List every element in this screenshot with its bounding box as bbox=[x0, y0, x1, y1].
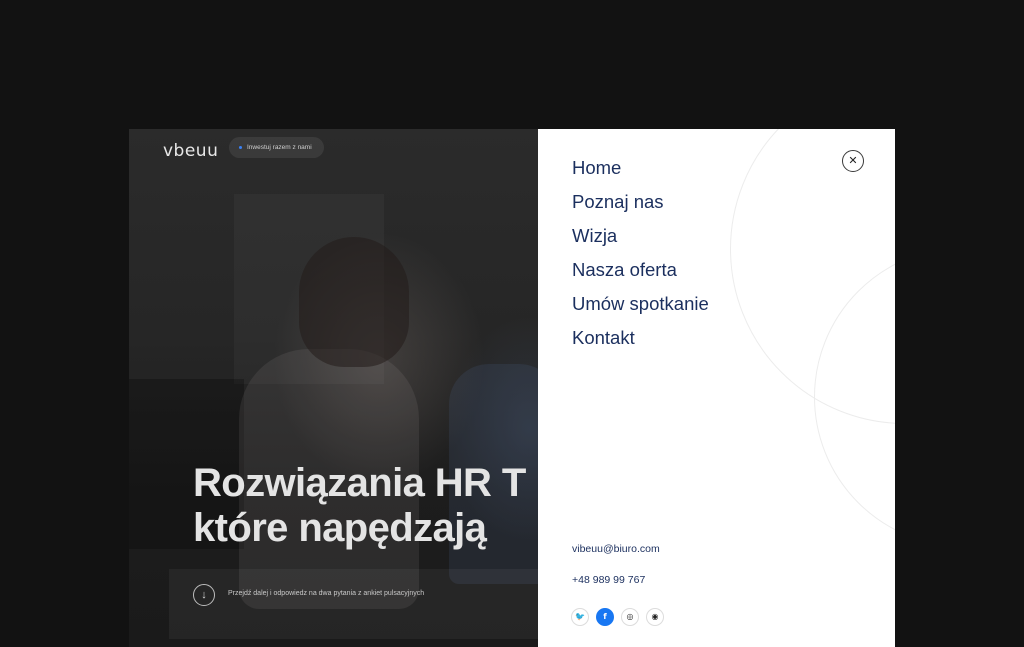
background-photo-hair bbox=[299, 237, 409, 367]
hero-headline-line-2: które napędzają bbox=[193, 506, 487, 550]
scroll-hint-text: Przejdź dalej i odpowiedz na dwa pytania… bbox=[228, 590, 425, 597]
close-icon[interactable]: ✕ bbox=[842, 150, 864, 172]
twitter-icon[interactable]: 🐦 bbox=[571, 608, 589, 626]
contact-phone-link[interactable]: +48 989 99 767 bbox=[572, 574, 645, 586]
hero-headline: Rozwiązania HR T które napędzają bbox=[193, 461, 526, 551]
nav-item-home[interactable]: Home bbox=[572, 151, 709, 185]
social-links: 🐦 f ◎ ◉ bbox=[571, 608, 664, 626]
hero-section: vbeuu Inwestuj razem z nami Rozwiązania … bbox=[129, 129, 559, 647]
main-nav: Home Poznaj nas Wizja Nasza oferta Umów … bbox=[572, 151, 709, 355]
github-icon[interactable]: ◉ bbox=[646, 608, 664, 626]
invest-pill-button[interactable]: Inwestuj razem z nami bbox=[229, 137, 324, 158]
arrow-down-icon[interactable]: ↓ bbox=[193, 584, 215, 606]
pill-dot-icon bbox=[239, 146, 242, 149]
contact-email-link[interactable]: vibeuu@biuro.com bbox=[572, 543, 660, 555]
invest-pill-label: Inwestuj razem z nami bbox=[247, 144, 312, 151]
brand-logo[interactable]: vbeuu bbox=[163, 141, 218, 161]
nav-item-wizja[interactable]: Wizja bbox=[572, 219, 709, 253]
hero-headline-line-1: Rozwiązania HR T bbox=[193, 461, 526, 505]
nav-item-kontakt[interactable]: Kontakt bbox=[572, 321, 709, 355]
nav-item-poznaj-nas[interactable]: Poznaj nas bbox=[572, 185, 709, 219]
facebook-icon[interactable]: f bbox=[596, 608, 614, 626]
nav-item-umow-spotkanie[interactable]: Umów spotkanie bbox=[572, 287, 709, 321]
menu-panel: ✕ Home Poznaj nas Wizja Nasza oferta Umó… bbox=[538, 129, 895, 647]
nav-item-nasza-oferta[interactable]: Nasza oferta bbox=[572, 253, 709, 287]
background-photo-desk bbox=[169, 569, 549, 639]
page-frame: vbeuu Inwestuj razem z nami Rozwiązania … bbox=[129, 129, 895, 647]
instagram-icon[interactable]: ◎ bbox=[621, 608, 639, 626]
